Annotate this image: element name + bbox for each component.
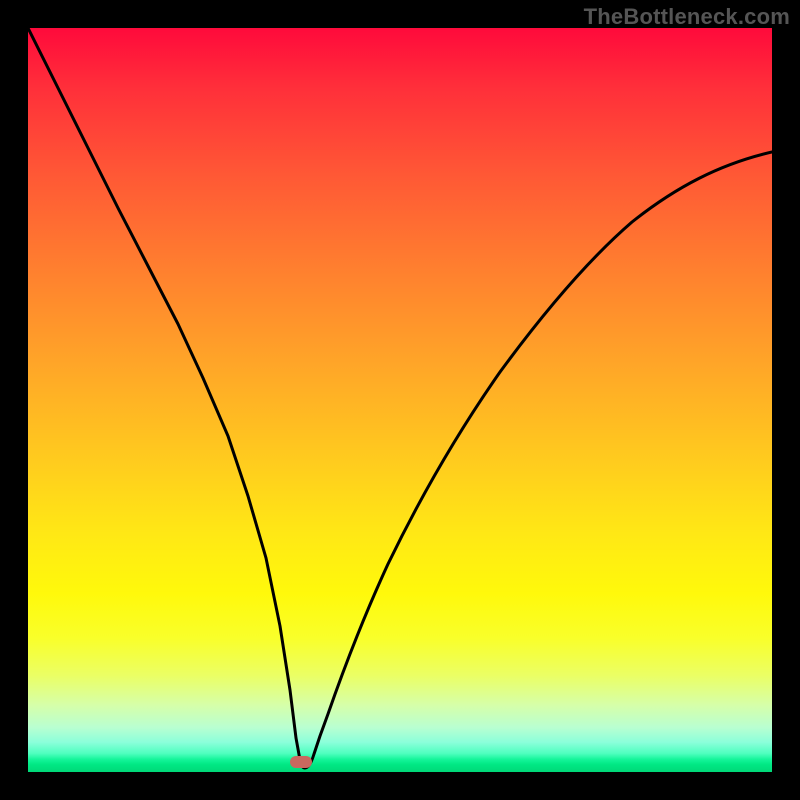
- plot-area: [28, 28, 772, 772]
- bottleneck-curve: [28, 28, 772, 768]
- watermark-text: TheBottleneck.com: [584, 4, 790, 30]
- chart-frame: TheBottleneck.com: [0, 0, 800, 800]
- curve-svg: [28, 28, 772, 772]
- min-marker: [290, 756, 312, 768]
